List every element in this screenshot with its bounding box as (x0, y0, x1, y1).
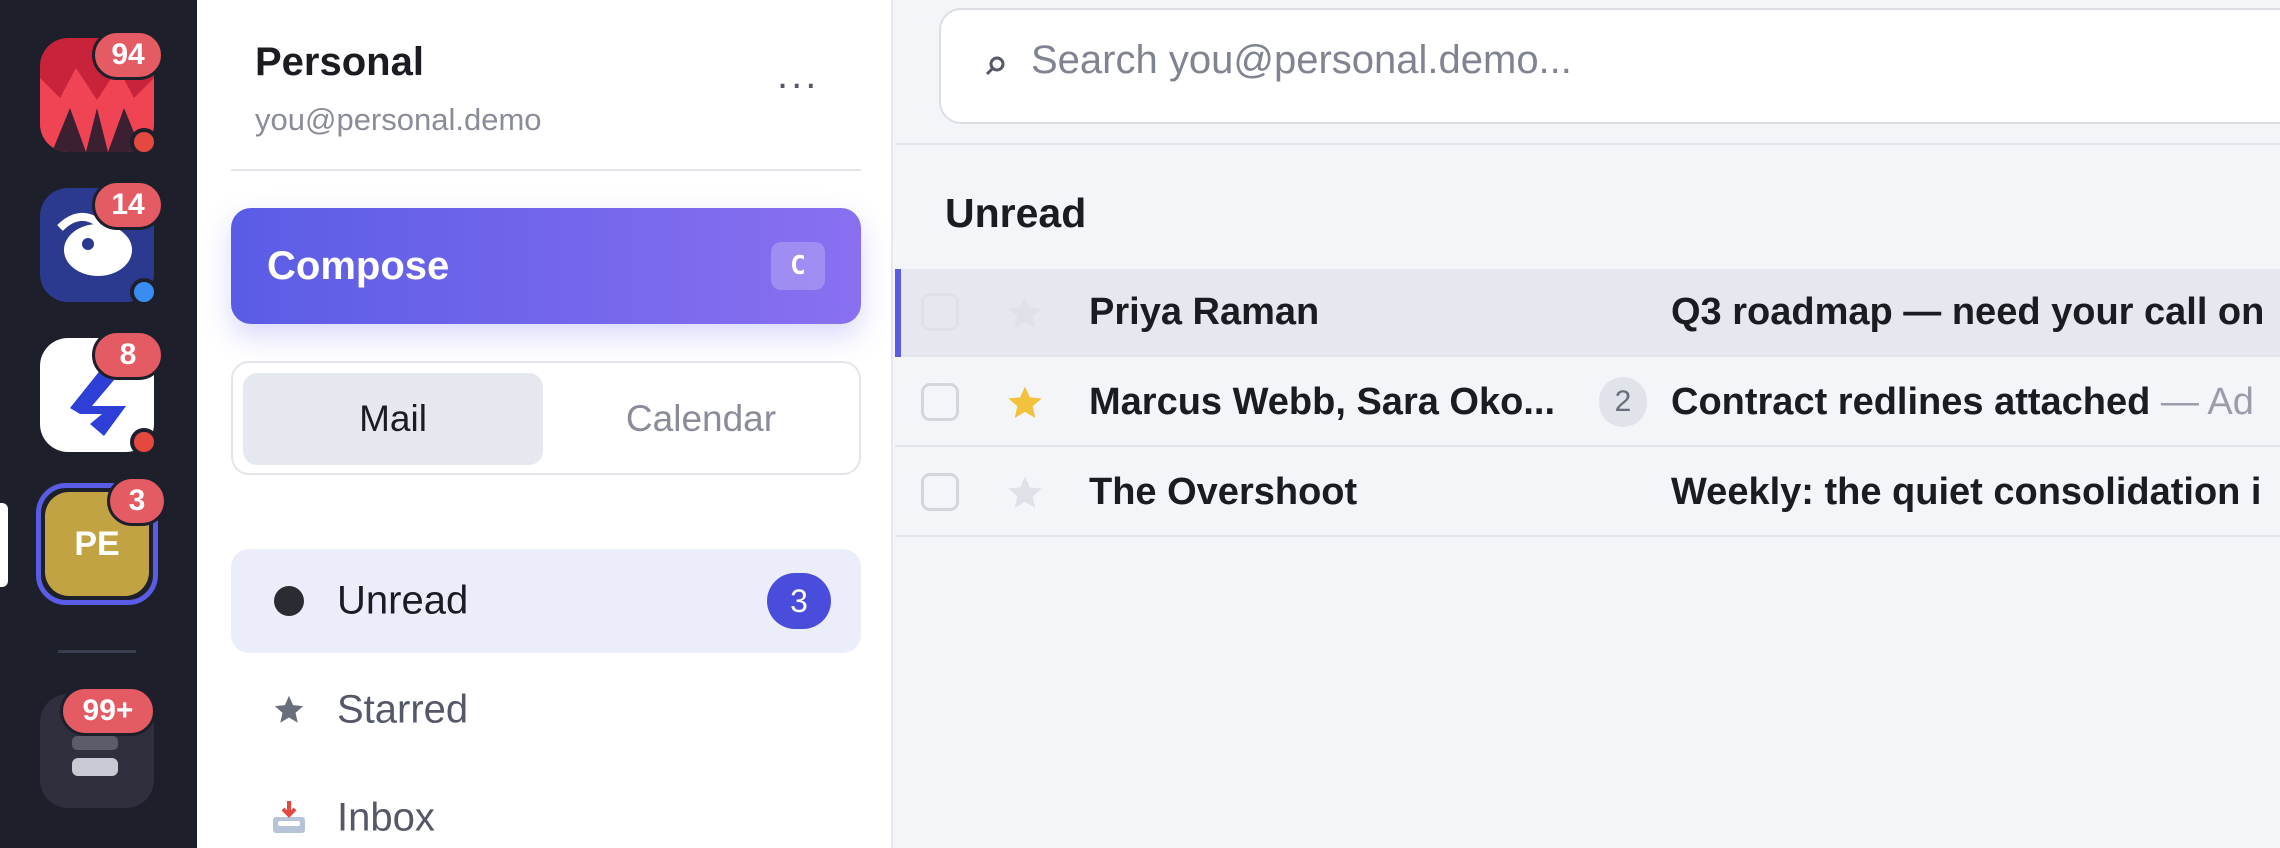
account-red[interactable]: 94 (40, 30, 164, 156)
select-checkbox[interactable] (921, 293, 959, 331)
account-blue[interactable]: 14 (40, 180, 164, 306)
message-subject: Contract redlines attached — Ad (1671, 381, 2254, 424)
status-dot (130, 428, 158, 456)
sidebar-item-label: Starred (337, 687, 469, 732)
message-sender: Priya Raman (1089, 291, 1320, 333)
sidebar-divider (231, 169, 861, 171)
sidebar-item-label: Inbox (337, 795, 435, 840)
subject-text: Contract redlines attached (1671, 381, 2151, 423)
status-dot (130, 278, 158, 306)
select-checkbox[interactable] (921, 383, 959, 421)
sidebar-item-starred[interactable]: Starred (231, 658, 861, 762)
unread-badge: 94 (92, 30, 164, 80)
account-email: you@personal.demo (255, 102, 542, 137)
account-white[interactable]: 8 (40, 330, 164, 456)
search-icon (973, 48, 1013, 88)
unread-dot-icon (269, 581, 309, 621)
tab-calendar[interactable]: Calendar (551, 373, 851, 465)
compose-label: Compose (267, 244, 450, 288)
search-box[interactable] (939, 8, 2280, 124)
unread-count-badge: 3 (767, 573, 831, 629)
star-toggle-icon[interactable] (1005, 383, 1045, 423)
sidebar: Personal you@personal.demo ... Compose C… (197, 0, 893, 848)
message-sender: Marcus Webb, Sara Oko... (1089, 381, 1556, 423)
account-name: Personal (255, 40, 424, 84)
more-options-button[interactable]: ... (777, 55, 819, 95)
search-bar-area (895, 0, 2280, 145)
sidebar-item-label: Unread (337, 578, 469, 623)
message-snippet: — Ad (2150, 381, 2254, 423)
star-toggle-icon[interactable] (1005, 293, 1045, 333)
subject-text: Q3 roadmap — need your call on (1671, 291, 2265, 333)
star-toggle-icon[interactable] (1005, 473, 1045, 513)
message-row[interactable]: Priya Raman Q3 roadmap — need your call … (895, 269, 2280, 357)
section-title: Unread (945, 190, 1087, 236)
status-dot (130, 128, 158, 156)
inbox-tray-icon (269, 798, 309, 838)
message-list-pane: Unread Priya Raman Q3 roadmap — need you… (895, 0, 2280, 848)
message-row[interactable]: Marcus Webb, Sara Oko... 2 Contract redl… (895, 359, 2280, 447)
rail-divider (58, 650, 136, 653)
active-account-indicator (0, 503, 8, 587)
compose-shortcut-key: C (771, 242, 825, 290)
message-subject: Weekly: the quiet consolidation i (1671, 471, 2261, 514)
select-checkbox[interactable] (921, 473, 959, 511)
thread-count-badge: 2 (1599, 377, 1647, 427)
unread-badge: 99+ (60, 686, 156, 736)
sidebar-item-inbox[interactable]: Inbox (231, 766, 861, 848)
sidebar-item-unread[interactable]: Unread 3 (231, 549, 861, 653)
account-rail: 94 14 8 PE 3 99+ (0, 0, 197, 848)
search-input[interactable] (1031, 38, 2231, 83)
account-dark[interactable]: 99+ (40, 686, 156, 808)
subject-text: Weekly: the quiet consolidation i (1671, 471, 2262, 513)
account-personal[interactable]: PE 3 (36, 476, 167, 605)
message-subject: Q3 roadmap — need your call on (1671, 291, 2264, 334)
star-icon (269, 690, 309, 730)
view-switcher: Mail Calendar (231, 361, 861, 475)
unread-badge: 14 (92, 180, 164, 230)
mail-app: 94 14 8 PE 3 99+ Personal you@personal.d… (0, 0, 2280, 848)
message-row[interactable]: The Overshoot Weekly: the quiet consolid… (895, 449, 2280, 537)
unread-badge: 8 (92, 330, 164, 380)
account-initials: PE (74, 524, 120, 563)
tab-mail[interactable]: Mail (243, 373, 543, 465)
message-sender: The Overshoot (1089, 471, 1358, 513)
unread-badge: 3 (107, 476, 167, 526)
compose-button[interactable]: Compose C (231, 208, 861, 324)
